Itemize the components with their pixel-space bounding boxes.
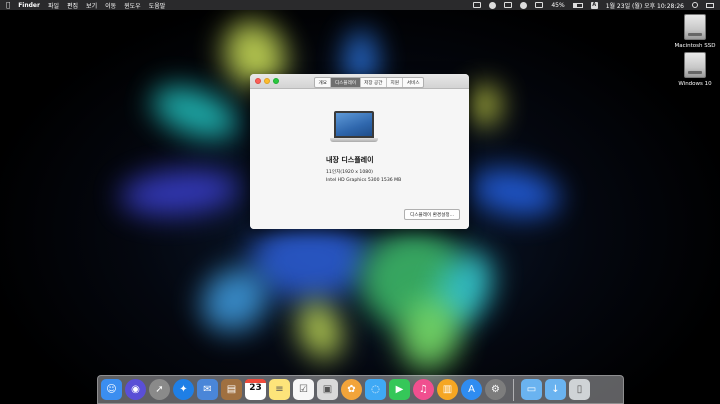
zoom-button[interactable]: [273, 78, 279, 84]
applications-folder-icon[interactable]: ▭: [521, 379, 542, 400]
tab-displays[interactable]: 디스플레이: [331, 78, 361, 87]
tab-storage[interactable]: 저장 공간: [361, 78, 387, 87]
itunes-icon[interactable]: ♫: [413, 379, 434, 400]
laptop-icon: [330, 111, 378, 145]
calendar-icon[interactable]: 23: [245, 379, 266, 400]
tab-bar: 개요 디스플레이 저장 공간 지원 서비스: [314, 77, 425, 88]
dock-separator: [513, 378, 514, 401]
airplay-icon[interactable]: [473, 2, 482, 8]
preview-icon[interactable]: ▣: [317, 379, 338, 400]
graphics-info: Intel HD Graphics 5300 1536 MB: [326, 178, 402, 183]
menu-file[interactable]: 파일: [48, 1, 59, 10]
system-preferences-icon[interactable]: ⚙: [485, 379, 506, 400]
drive-windows-10[interactable]: Windows 10: [670, 52, 720, 87]
about-this-mac-window: 개요 디스플레이 저장 공간 지원 서비스 내장 디스플레이 11인치(1920…: [250, 74, 469, 229]
display-preferences-button[interactable]: 디스플레이 환경설정...: [404, 209, 460, 220]
calendar-date: 23: [249, 383, 262, 393]
reminders-icon[interactable]: ☑: [293, 379, 314, 400]
wifi-icon[interactable]: [520, 1, 528, 9]
tab-overview[interactable]: 개요: [315, 78, 332, 87]
window-controls: [255, 78, 279, 84]
hard-drive-icon: [684, 14, 706, 40]
spotlight-icon[interactable]: [692, 2, 698, 8]
contacts-icon[interactable]: ▤: [221, 379, 242, 400]
launchpad-icon[interactable]: ➚: [149, 379, 170, 400]
time-machine-icon[interactable]: [489, 1, 497, 9]
tab-support[interactable]: 지원: [387, 78, 404, 87]
safari-icon[interactable]: ✦: [173, 379, 194, 400]
title-bar[interactable]: 개요 디스플레이 저장 공간 지원 서비스: [250, 74, 469, 89]
siri-icon[interactable]: ◉: [125, 379, 146, 400]
minimize-button[interactable]: [264, 78, 270, 84]
status-area: 45% A 1월 23일 (월) 오후 10:28:26: [473, 1, 714, 10]
notification-center-icon[interactable]: [706, 2, 714, 8]
menu-bar:  Finder 파일 편집 보기 이동 윈도우 도움말 45% A 1월 23…: [0, 0, 720, 10]
notes-icon[interactable]: ≡: [269, 379, 290, 400]
app-store-icon[interactable]: A: [461, 379, 482, 400]
mail-icon[interactable]: ✉: [197, 379, 218, 400]
menu-help[interactable]: 도움말: [149, 1, 166, 10]
bluetooth-icon[interactable]: [504, 2, 513, 8]
menu-edit[interactable]: 편집: [67, 1, 78, 10]
menu-app-name[interactable]: Finder: [18, 2, 40, 9]
hard-drive-icon: [684, 52, 706, 78]
input-source-icon[interactable]: A: [590, 1, 598, 9]
menu-view[interactable]: 보기: [86, 1, 97, 10]
drive-macintosh-ssd[interactable]: Macintosh SSD: [670, 14, 720, 49]
display-panel: 내장 디스플레이 11인치(1920 x 1080) Intel HD Grap…: [250, 89, 469, 229]
photos-icon[interactable]: ✿: [341, 379, 362, 400]
display-resolution: 11인치(1920 x 1080): [326, 170, 373, 175]
tab-service[interactable]: 서비스: [403, 78, 423, 87]
facetime-icon[interactable]: ▶: [389, 379, 410, 400]
ibooks-icon[interactable]: ▥: [437, 379, 458, 400]
trash-icon[interactable]: ▯: [569, 379, 590, 400]
volume-icon[interactable]: [535, 2, 544, 8]
drive-label: Windows 10: [678, 81, 712, 87]
close-button[interactable]: [255, 78, 261, 84]
messages-icon[interactable]: ◌: [365, 379, 386, 400]
battery-percent[interactable]: 45%: [551, 2, 564, 9]
menu-go[interactable]: 이동: [105, 1, 116, 10]
dock: ☺ ◉ ➚ ✦ ✉ ▤ 23 ≡ ☑ ▣ ✿ ◌ ▶ ♫ ▥ A ⚙ ▭ ↓ ▯: [97, 375, 624, 404]
display-info: 내장 디스플레이 11인치(1920 x 1080) Intel HD Grap…: [326, 155, 401, 186]
display-name: 내장 디스플레이: [326, 156, 374, 164]
finder-icon[interactable]: ☺: [101, 379, 122, 400]
downloads-folder-icon[interactable]: ↓: [545, 379, 566, 400]
drive-label: Macintosh SSD: [674, 43, 716, 49]
menu-window[interactable]: 윈도우: [124, 1, 141, 10]
battery-icon[interactable]: [572, 2, 583, 8]
apple-icon[interactable]: : [6, 1, 10, 9]
clock[interactable]: 1월 23일 (월) 오후 10:28:26: [606, 1, 684, 10]
